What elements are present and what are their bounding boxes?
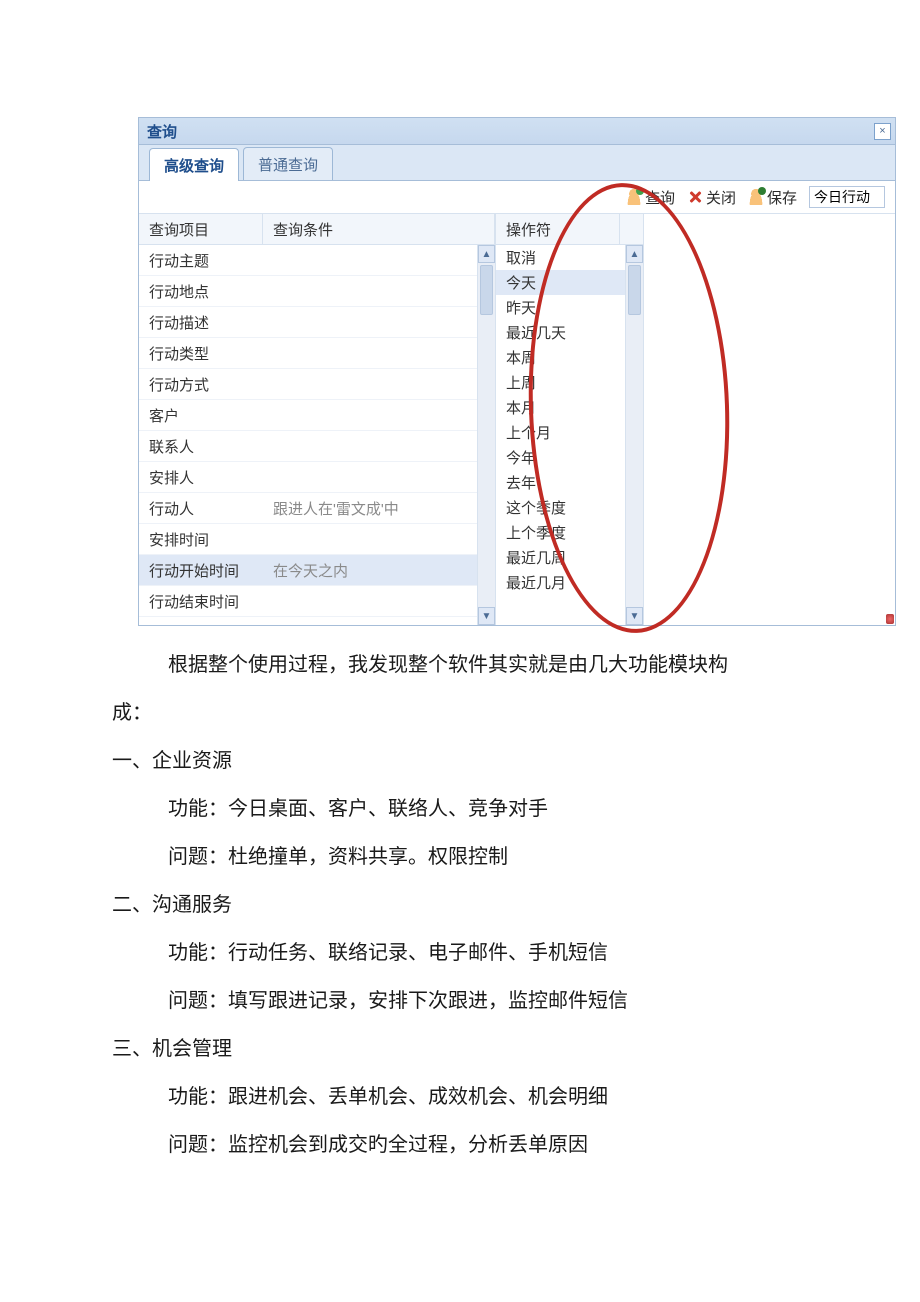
toolbar: 查询 关闭 保存 [139,181,895,214]
close-button[interactable]: 关闭 [687,187,736,208]
query-item-row[interactable]: 行动结束时间 [139,586,495,617]
intro-line1: 根据整个使用过程，我发现整个软件其实就是由几大功能模块构 [112,650,802,680]
left-list: 行动主题行动地点行动描述行动类型行动方式客户联系人安排人行动人跟进人在'雷文成'… [139,245,495,625]
query-item-row[interactable]: 行动地点 [139,276,495,307]
mid-scrollbar[interactable]: ▲ ▼ [625,245,643,625]
title-bar: 查询 × [139,118,895,145]
operator-option[interactable]: 这个季度 [496,495,643,520]
query-item-row[interactable]: 安排人 [139,462,495,493]
operator-option[interactable]: 上周 [496,370,643,395]
window-title: 查询 [147,121,177,142]
scroll-down-icon[interactable]: ▼ [626,607,643,625]
section-2-func: 功能：行动任务、联络记录、电子邮件、手机短信 [112,938,802,968]
scroll-up-icon[interactable]: ▲ [478,245,495,263]
query-item-label: 行动主题 [139,250,263,271]
operator-option[interactable]: 上个月 [496,420,643,445]
person-save-icon [748,189,764,205]
query-item-row[interactable]: 行动方式 [139,369,495,400]
query-item-condition: 在今天之内 [263,560,495,581]
header-query-item: 查询项目 [139,214,263,244]
query-item-condition: 跟进人在'雷文成'中 [263,498,495,519]
left-column: 查询项目 查询条件 行动主题行动地点行动描述行动类型行动方式客户联系人安排人行动… [139,214,496,625]
tab-advanced-query[interactable]: 高级查询 [149,148,239,181]
scroll-up-icon[interactable]: ▲ [626,245,643,263]
document-body: 根据整个使用过程，我发现整个软件其实就是由几大功能模块构 成： 一、企业资源 功… [112,650,802,1178]
operator-option[interactable]: 最近几周 [496,545,643,570]
close-label: 关闭 [706,187,736,208]
operator-option[interactable]: 本周 [496,345,643,370]
scroll-thumb[interactable] [628,265,641,315]
operator-option[interactable]: 今天 [496,270,643,295]
left-scrollbar[interactable]: ▲ ▼ [477,245,495,625]
section-3-title: 三、机会管理 [112,1034,802,1064]
query-button[interactable]: 查询 [626,187,675,208]
section-1-func: 功能：今日桌面、客户、联络人、竞争对手 [112,794,802,824]
operator-option[interactable]: 去年 [496,470,643,495]
section-2-title: 二、沟通服务 [112,890,802,920]
operator-option[interactable]: 最近几天 [496,320,643,345]
body-area: 查询项目 查询条件 行动主题行动地点行动描述行动类型行动方式客户联系人安排人行动… [139,214,895,625]
corner-badge-icon [886,614,894,624]
tab-row: 高级查询普通查询 [139,145,895,181]
query-item-label: 行动描述 [139,312,263,333]
x-icon [687,189,703,205]
header-query-condition: 查询条件 [263,214,495,244]
section-1-title: 一、企业资源 [112,746,802,776]
save-name-input[interactable] [809,186,885,208]
query-item-row[interactable]: 行动开始时间在今天之内 [139,555,495,586]
query-window: 查询 × 高级查询普通查询 查询 关闭 保存 查询项目 查询条件 行动主题行动地… [138,117,896,626]
query-item-row[interactable]: 联系人 [139,431,495,462]
query-item-label: 行动地点 [139,281,263,302]
section-2-prob: 问题：填写跟进记录，安排下次跟进，监控邮件短信 [112,986,802,1016]
section-3-prob: 问题：监控机会到成交旳全过程，分析丢单原因 [112,1130,802,1160]
query-item-row[interactable]: 行动类型 [139,338,495,369]
left-header-row: 查询项目 查询条件 [139,214,495,245]
operator-option[interactable]: 取消 [496,245,643,270]
query-item-label: 行动开始时间 [139,560,263,581]
query-item-row[interactable]: 行动描述 [139,307,495,338]
operator-option[interactable]: 今年 [496,445,643,470]
section-1-prob: 问题：杜绝撞单，资料共享。权限控制 [112,842,802,872]
mid-column: 操作符 取消今天昨天最近几天本周上周本月上个月今年去年这个季度上个季度最近几周最… [496,214,644,625]
query-item-row[interactable]: 行动主题 [139,245,495,276]
scroll-thumb[interactable] [480,265,493,315]
header-operator: 操作符 [496,214,620,244]
query-label: 查询 [645,187,675,208]
query-item-label: 联系人 [139,436,263,457]
query-item-label: 行动类型 [139,343,263,364]
query-item-row[interactable]: 行动人跟进人在'雷文成'中 [139,493,495,524]
query-item-label: 安排时间 [139,529,263,550]
query-item-label: 行动人 [139,498,263,519]
query-item-label: 安排人 [139,467,263,488]
query-item-label: 行动结束时间 [139,591,263,612]
operator-option[interactable]: 最近几月 [496,570,643,595]
query-item-row[interactable]: 客户 [139,400,495,431]
intro-line2: 成： [112,698,802,728]
query-item-row[interactable]: 安排时间 [139,524,495,555]
mid-header-row: 操作符 [496,214,643,245]
tab-basic-query[interactable]: 普通查询 [243,147,333,180]
operator-option[interactable]: 昨天 [496,295,643,320]
section-3-func: 功能：跟进机会、丢单机会、成效机会、机会明细 [112,1082,802,1112]
query-item-label: 行动方式 [139,374,263,395]
right-column [644,214,895,625]
save-label: 保存 [767,187,797,208]
operator-option[interactable]: 本月 [496,395,643,420]
scroll-down-icon[interactable]: ▼ [478,607,495,625]
operator-option[interactable]: 上个季度 [496,520,643,545]
save-button[interactable]: 保存 [748,187,797,208]
close-icon[interactable]: × [874,123,891,140]
query-item-label: 客户 [139,405,263,426]
person-search-icon [626,189,642,205]
operator-list: 取消今天昨天最近几天本周上周本月上个月今年去年这个季度上个季度最近几周最近几月 … [496,245,643,625]
